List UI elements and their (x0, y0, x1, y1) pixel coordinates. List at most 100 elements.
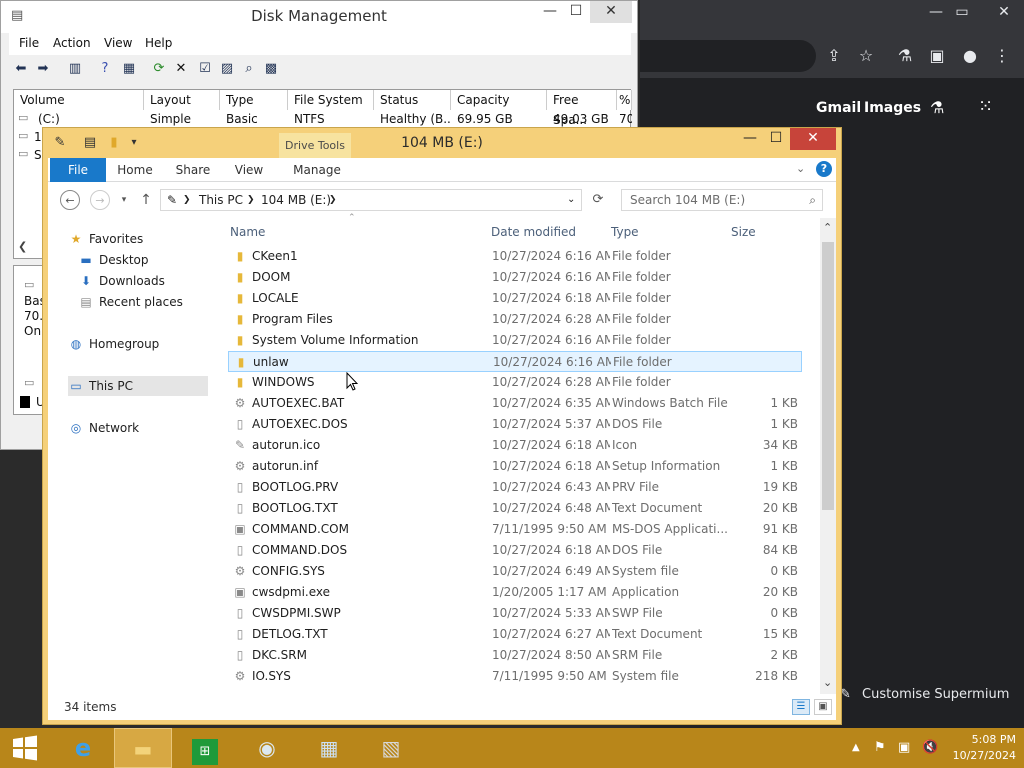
file-row[interactable]: ▮ DOOM 10/27/2024 6:16 AM File folder (228, 267, 802, 288)
browser-close-button[interactable]: ✕ (984, 2, 1024, 22)
browser-taskbar-icon[interactable]: ◉ (238, 728, 296, 768)
nav-desktop[interactable]: ▬ Desktop (78, 250, 218, 270)
star-icon[interactable]: ☆ (852, 42, 880, 70)
check-icon[interactable]: ☑ (195, 59, 215, 79)
file-row[interactable]: ▮ unlaw 10/27/2024 6:16 AM File folder (228, 351, 802, 372)
col-free-space[interactable]: Free Spa... (547, 90, 617, 127)
nav-downloads[interactable]: ⬇ Downloads (78, 271, 218, 291)
menu-file[interactable]: File (19, 36, 39, 50)
volume-row[interactable]: ▭ 10 (14, 128, 46, 146)
tab-view[interactable]: View (226, 158, 272, 182)
details-view-icon[interactable]: ☰ (792, 699, 810, 715)
explorer-minimize-button[interactable]: — (737, 128, 763, 150)
share-icon[interactable]: ⇪ (820, 42, 848, 70)
col-file-system[interactable]: File System (288, 90, 374, 110)
show-hidden-icons-icon[interactable]: ▲ (852, 742, 860, 753)
breadcrumb-this-pc[interactable]: This PC (199, 193, 243, 207)
tab-file[interactable]: File (50, 158, 106, 182)
refresh-icon[interactable]: ⟳ (149, 59, 169, 79)
file-row[interactable]: ⚙ CONFIG.SYS 10/27/2024 6:49 AM System file… (228, 561, 802, 582)
recent-locations-chevron-icon[interactable]: ▾ (114, 190, 134, 210)
volume-row[interactable]: ▭ Sy (14, 146, 46, 164)
breadcrumb-separator-icon[interactable]: ❯ (183, 195, 191, 205)
forward-arrow-icon[interactable]: ➡ (33, 59, 53, 79)
file-row[interactable]: ▯ DKC.SRM 10/27/2024 8:50 AM SRM File 2 KB (228, 645, 802, 666)
col-volume[interactable]: Volume (14, 90, 144, 110)
search-input[interactable]: Search 104 MB (E:) ⌕ (621, 189, 823, 211)
column-header-date[interactable]: Date modified (491, 221, 607, 243)
profile-icon[interactable]: ● (956, 42, 984, 70)
nav-network[interactable]: ◎ Network (68, 418, 218, 438)
scrollbar-thumb[interactable] (822, 242, 834, 510)
file-row[interactable]: ▯ COMMAND.DOS 10/27/2024 6:18 AM DOS File 84… (228, 540, 802, 561)
flask-icon[interactable]: ⚗ (891, 42, 919, 70)
file-row[interactable]: ⚙ IO.SYS 7/11/1995 9:50 AM System file 218 K… (228, 666, 802, 687)
tab-share[interactable]: Share (170, 158, 216, 182)
back-arrow-icon[interactable]: ⬅ (11, 59, 31, 79)
file-row[interactable]: ▮ LOCALE 10/27/2024 6:18 AM File folder (228, 288, 802, 309)
delete-icon[interactable]: ✕ (171, 59, 191, 79)
scroll-left-arrow-icon[interactable]: ❮ (18, 240, 27, 253)
up-arrow-icon[interactable]: ↑ (136, 190, 156, 210)
file-row[interactable]: ▯ CWSDPMI.SWP 10/27/2024 5:33 AM SWP File 0 … (228, 603, 802, 624)
menu-action[interactable]: Action (53, 36, 91, 50)
menu-dots-icon[interactable]: ⋮ (988, 42, 1016, 70)
address-box[interactable]: ✎ ❯ This PC ❯ 104 MB (E:) ❯ ⌄ (160, 189, 582, 211)
column-header-type[interactable]: Type (611, 221, 721, 243)
scroll-down-arrow-icon[interactable]: ⌄ (823, 676, 832, 689)
tab-home[interactable]: Home (112, 158, 158, 182)
help-icon[interactable]: ? (95, 59, 115, 79)
file-row[interactable]: ▮ Program Files 10/27/2024 6:28 AM File fol… (228, 309, 802, 330)
address-dropdown-chevron-icon[interactable]: ⌄ (567, 194, 575, 205)
tab-manage[interactable]: Manage (284, 158, 350, 182)
file-row[interactable]: ▣ COMMAND.COM 7/11/1995 9:50 AM MS-DOS Appl… (228, 519, 802, 540)
labs-flask-icon[interactable]: ⚗ (930, 98, 944, 117)
properties-icon[interactable]: ▦ (119, 59, 139, 79)
clock[interactable]: 5:08 PM 10/27/2024 (936, 732, 1016, 764)
network-tray-icon[interactable]: ▣ (898, 740, 910, 755)
search-icon[interactable]: ⌕ (239, 59, 259, 79)
breadcrumb-separator-icon[interactable]: ❯ (329, 195, 337, 205)
open-folder-icon[interactable]: ▨ (217, 59, 237, 79)
file-row[interactable]: ✎ autorun.ico 10/27/2024 6:18 AM Icon 34 KB (228, 435, 802, 456)
file-row[interactable]: ▮ WINDOWS 10/27/2024 6:28 AM File folder (228, 372, 802, 393)
volume-row[interactable]: ▭ (C:) Simple Basic NTFS Healthy (B... 6… (14, 110, 632, 128)
large-icons-view-icon[interactable]: ▣ (814, 699, 832, 715)
menu-help[interactable]: Help (145, 36, 172, 50)
sidebar-icon[interactable]: ▣ (923, 42, 951, 70)
col-status[interactable]: Status (374, 90, 451, 110)
disk-mgmt-close-button[interactable]: ✕ (590, 1, 632, 23)
explorer-maximize-button[interactable]: ☐ (763, 128, 789, 150)
file-row[interactable]: ▣ cwsdpmi.exe 1/20/2005 1:17 AM Application… (228, 582, 802, 603)
customise-button[interactable]: ✎ Customise Supermium (830, 680, 1010, 710)
back-button[interactable]: ← (60, 190, 80, 210)
file-row[interactable]: ▯ DETLOG.TXT 10/27/2024 6:27 AM Text Docume… (228, 624, 802, 645)
scroll-up-arrow-icon[interactable]: ⌃ (823, 221, 832, 234)
forward-button[interactable]: → (90, 190, 110, 210)
column-header-name[interactable]: Name (230, 221, 486, 243)
col-capacity[interactable]: Capacity (451, 90, 547, 110)
images-link[interactable]: Images (864, 100, 921, 116)
nav-homegroup[interactable]: ◍ Homegroup (68, 334, 218, 354)
col-type[interactable]: Type (220, 90, 288, 110)
col-layout[interactable]: Layout (144, 90, 220, 110)
store-icon[interactable]: ⊞ (176, 728, 234, 768)
browser-maximize-button[interactable]: ▭ (942, 2, 982, 22)
file-row[interactable]: ▮ CKeen1 10/27/2024 6:16 AM File folder (228, 246, 802, 267)
computer-management-icon[interactable]: ▦ (300, 728, 358, 768)
action-center-flag-icon[interactable]: ⚑ (874, 740, 886, 755)
file-row[interactable]: ▯ AUTOEXEC.DOS 10/27/2024 5:37 AM DOS File 1… (228, 414, 802, 435)
expand-ribbon-chevron-icon[interactable]: ⌄ (796, 162, 805, 175)
gmail-link[interactable]: Gmail (816, 100, 861, 116)
address-bar[interactable] (640, 40, 816, 72)
refresh-icon[interactable]: ⟳ (588, 190, 608, 210)
nav-recent-places[interactable]: ▤ Recent places (78, 292, 218, 312)
apps-grid-icon[interactable]: ⁙ (978, 96, 993, 117)
explorer-titlebar[interactable]: ✎ ▤ ▮ ▾ Drive Tools 104 MB (E:) — ☐ ✕ (43, 128, 841, 158)
file-list-scrollbar[interactable]: ⌃ ⌄ (820, 218, 836, 694)
nav-this-pc[interactable]: ▭ This PC (68, 376, 208, 396)
nav-favorites[interactable]: ★ Favorites (68, 229, 218, 249)
col-percent[interactable]: % (617, 90, 632, 110)
breadcrumb-separator-icon[interactable]: ❯ (247, 195, 255, 205)
breadcrumb-drive[interactable]: 104 MB (E:) (261, 193, 331, 207)
